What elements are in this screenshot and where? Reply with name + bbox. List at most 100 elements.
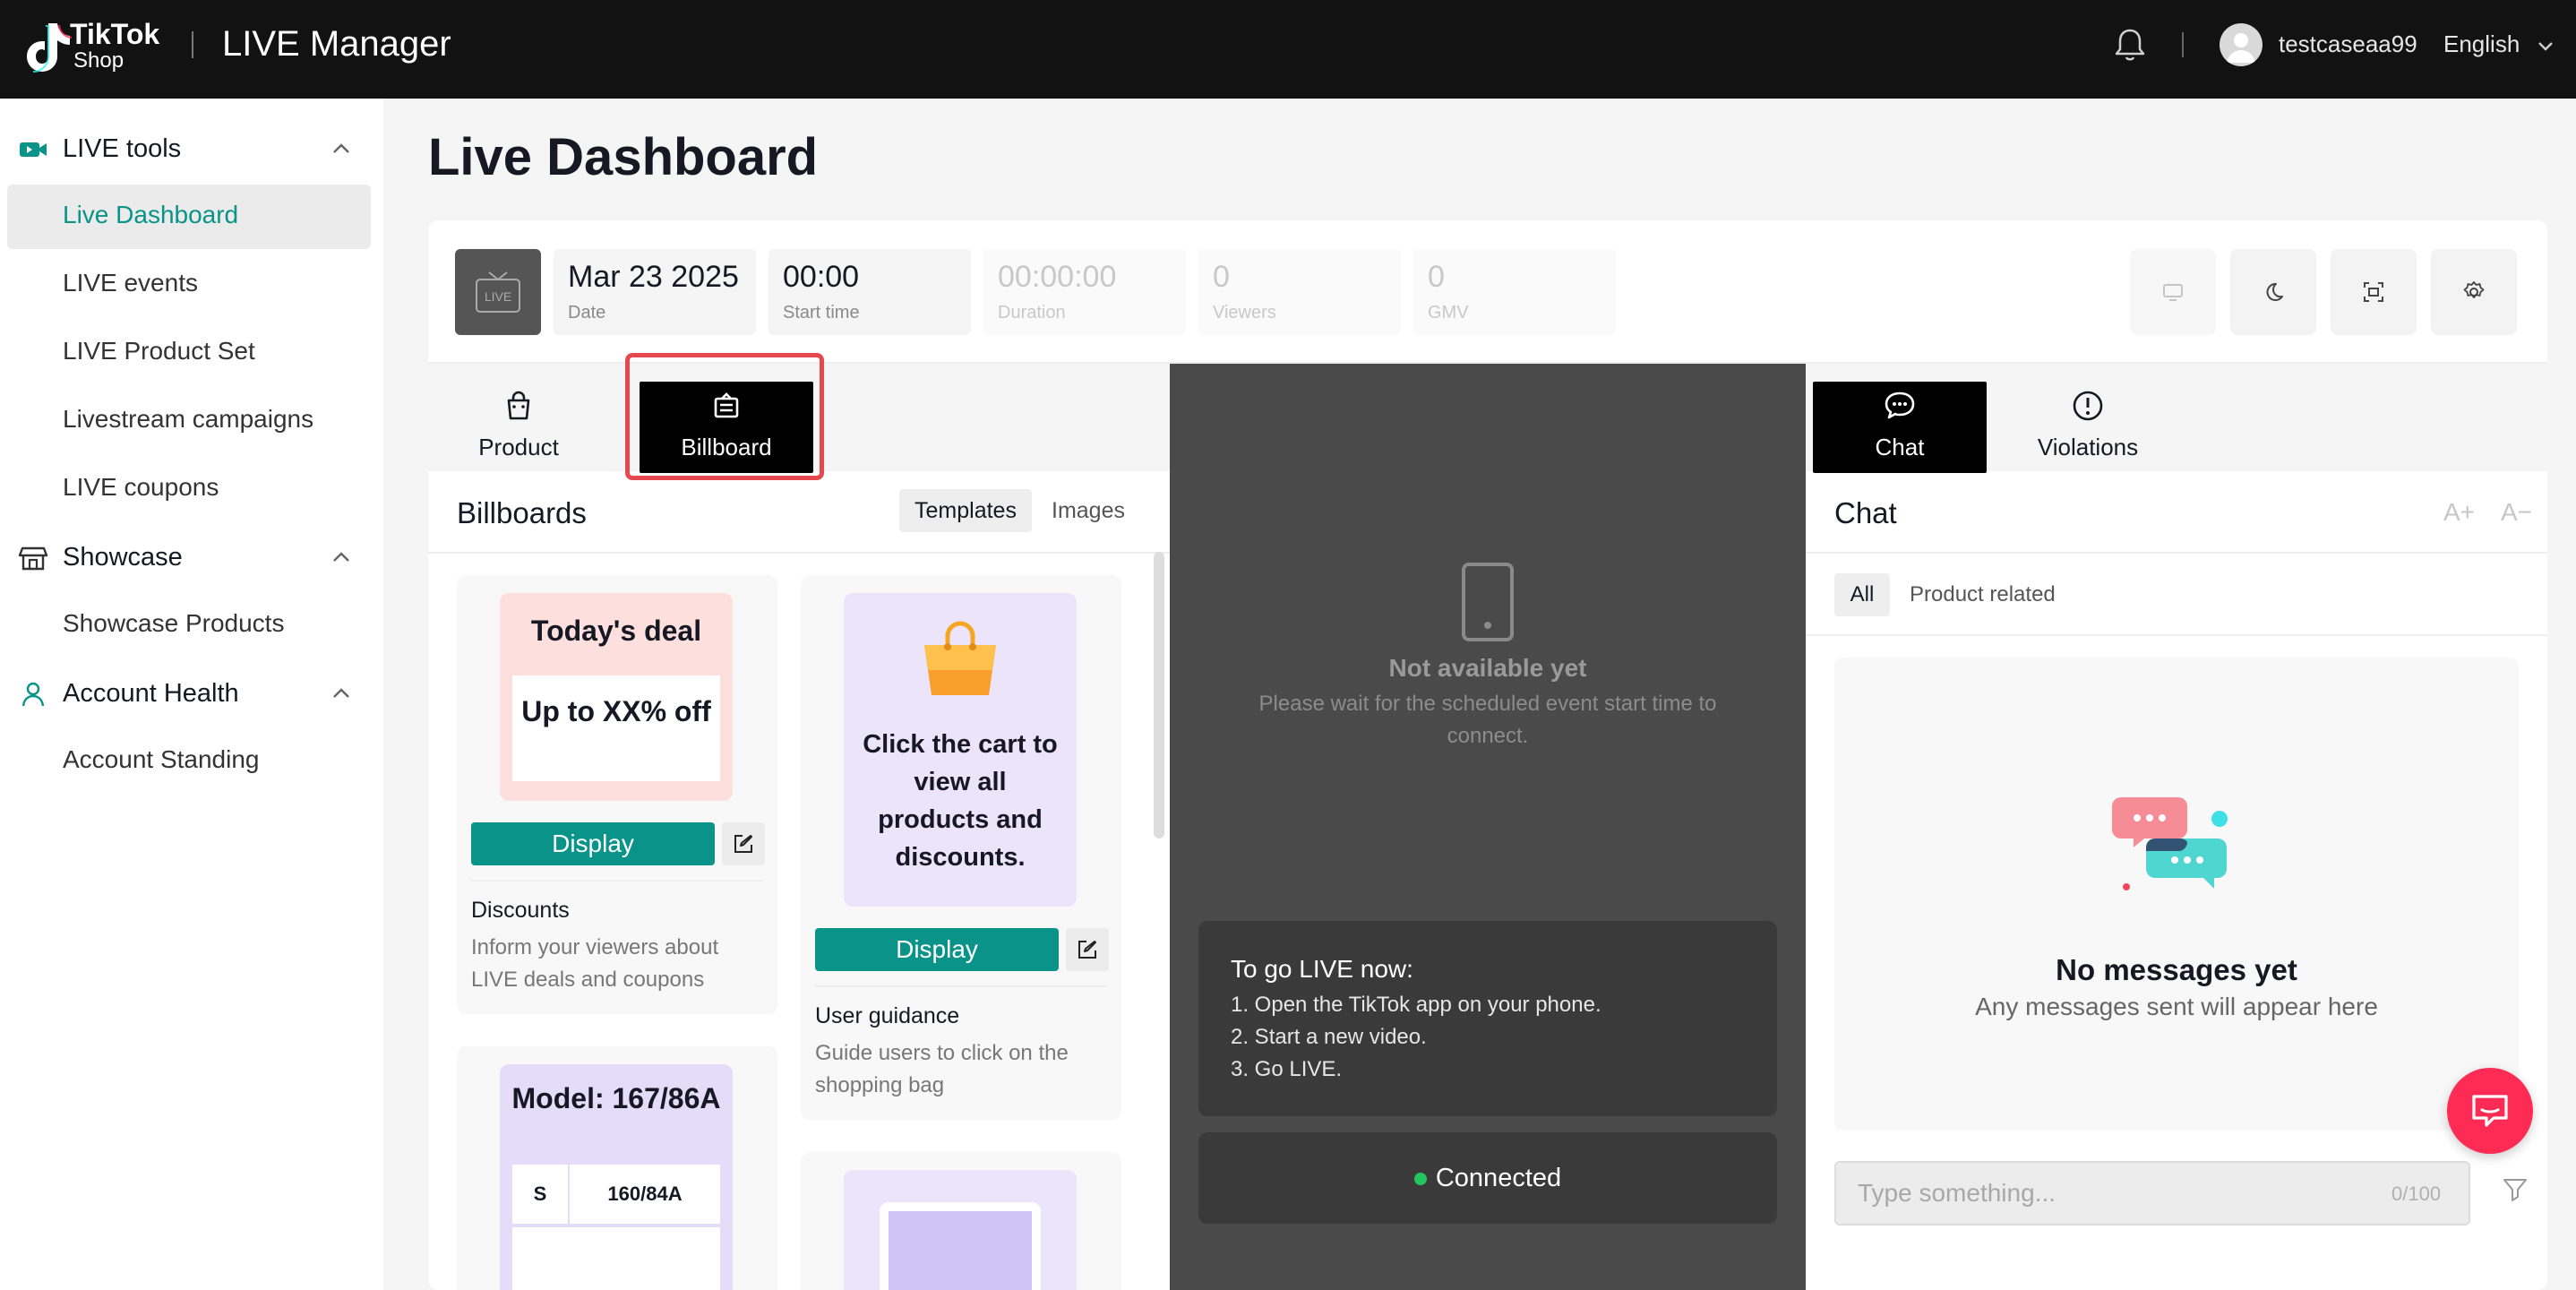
billboards-scrollbar[interactable] xyxy=(1154,552,1164,838)
language-selector[interactable]: English xyxy=(2443,30,2555,58)
go-live-title: To go LIVE now: xyxy=(1231,955,1413,983)
empty-title: No messages yet xyxy=(2056,953,2297,986)
tab-violations[interactable]: Violations xyxy=(2001,382,2175,473)
username[interactable]: testcaseaa99 xyxy=(2279,30,2417,58)
filter-all[interactable]: All xyxy=(1834,573,1890,616)
dark-mode-button[interactable] xyxy=(2230,249,2316,335)
stat-gmv-label: GMV xyxy=(1428,303,1469,322)
notification-bell-icon[interactable] xyxy=(2110,25,2150,64)
template-preview[interactable]: Model: 167/86A S 160/84A xyxy=(500,1064,733,1290)
app-title: LIVE Manager xyxy=(222,24,451,64)
brand-tiktok: TikTok xyxy=(70,18,160,50)
stat-gmv: 0 GMV xyxy=(1413,249,1616,335)
sidebar-item-account-standing[interactable]: Account Standing xyxy=(63,745,260,774)
stat-duration-value: 00:00:00 xyxy=(998,260,1117,294)
preview-body: Up to XX% off xyxy=(512,675,720,781)
sidebar-item-live-product-set[interactable]: LIVE Product Set xyxy=(63,337,255,366)
template-card-partial xyxy=(801,1152,1121,1290)
tab-product[interactable]: Product xyxy=(432,382,605,473)
sidebar-group-label: LIVE tools xyxy=(63,134,182,163)
font-decrease-button[interactable]: A− xyxy=(2501,498,2532,527)
warning-icon xyxy=(2073,391,2103,421)
send-icon[interactable] xyxy=(2501,1175,2529,1204)
edit-button[interactable] xyxy=(722,822,765,865)
template-description: Guide users to click on the shopping bag xyxy=(815,1041,1069,1097)
filter-product-related[interactable]: Product related xyxy=(1910,573,2056,616)
chat-header: Chat A+ A− xyxy=(1806,471,2547,554)
segment-images[interactable]: Images xyxy=(1052,489,1125,532)
dashboard-card: LIVE Mar 23 2025 Date 00:00 Start time 0… xyxy=(428,220,2547,1290)
stat-start-time-label: Start time xyxy=(783,303,860,322)
page-title: Live Dashboard xyxy=(428,128,819,186)
monitor-icon xyxy=(2163,284,2183,301)
sidebar-group-live-tools[interactable]: LIVE tools xyxy=(0,122,383,176)
stat-date: Mar 23 2025 Date xyxy=(554,249,756,335)
template-description: Inform your viewers about LIVE deals and… xyxy=(471,935,719,992)
preview-title: Today's deal xyxy=(530,615,702,647)
billboards-header: Billboards Templates Images xyxy=(428,471,1170,554)
go-live-step: 3. Go LIVE. xyxy=(1231,1057,1343,1081)
moon-icon xyxy=(2266,282,2283,301)
tab-chat[interactable]: Chat xyxy=(1813,382,1987,473)
connection-status: Connected xyxy=(1198,1132,1777,1224)
size-row: S 160/84A xyxy=(512,1165,720,1224)
preview-frame xyxy=(880,1202,1041,1290)
chevron-up-icon xyxy=(333,688,349,698)
sidebar-item-livestream-campaigns[interactable]: Livestream campaigns xyxy=(63,405,313,434)
chat-message-input[interactable] xyxy=(1834,1161,2470,1226)
top-divider xyxy=(2182,32,2184,57)
sidebar-group-showcase[interactable]: Showcase xyxy=(0,530,383,584)
live-badge-text: LIVE xyxy=(485,289,511,304)
user-icon xyxy=(21,682,45,707)
sidebar-item-live-dashboard[interactable]: Live Dashboard xyxy=(63,201,238,229)
not-available-subtitle: Please wait for the scheduled event star… xyxy=(1258,692,1717,748)
template-preview[interactable]: Today's deal Up to XX% off xyxy=(500,593,733,801)
chevron-down-icon xyxy=(2537,42,2553,51)
shopping-bag-icon xyxy=(924,621,996,695)
sidebar: LIVE tools Live Dashboard LIVE events LI… xyxy=(0,99,383,1290)
stat-viewers-value: 0 xyxy=(1213,260,1230,294)
connection-status-label: Connected xyxy=(1435,1164,1562,1192)
stat-date-label: Date xyxy=(568,303,606,322)
tab-label: Chat xyxy=(1875,434,1925,460)
edit-icon xyxy=(734,835,752,853)
chevron-up-icon xyxy=(333,143,349,153)
user-avatar[interactable] xyxy=(2220,23,2263,66)
fullscreen-button[interactable] xyxy=(2331,249,2417,335)
video-camera-icon xyxy=(20,142,47,157)
display-button[interactable]: Display xyxy=(471,822,715,865)
smartphone-icon xyxy=(1462,563,1514,641)
preview-body: Click the cart to view all products and … xyxy=(863,730,1058,872)
edit-button[interactable] xyxy=(1066,928,1109,971)
size-label: S xyxy=(512,1165,570,1224)
template-card-model-size: Model: 167/86A S 160/84A xyxy=(457,1046,777,1290)
go-live-step: 2. Start a new video. xyxy=(1231,1025,1427,1049)
chat-bubble-icon xyxy=(1885,391,1915,419)
char-count: 0/100 xyxy=(2391,1182,2442,1205)
settings-button[interactable] xyxy=(2431,249,2517,335)
template-preview[interactable]: Click the cart to view all products and … xyxy=(844,593,1077,907)
template-name: Discounts xyxy=(471,898,570,923)
sidebar-item-live-events[interactable]: LIVE events xyxy=(63,269,198,297)
sidebar-item-showcase-products[interactable]: Showcase Products xyxy=(63,609,284,638)
sidebar-item-live-coupons[interactable]: LIVE coupons xyxy=(63,473,219,502)
template-preview[interactable] xyxy=(844,1170,1077,1290)
stat-viewers: 0 Viewers xyxy=(1198,249,1401,335)
stat-viewers-label: Viewers xyxy=(1213,303,1276,322)
stat-duration-label: Duration xyxy=(998,303,1066,322)
chat-panel: Chat Violations Chat A+ A− All Product r… xyxy=(1806,364,2547,1290)
display-button[interactable]: Display xyxy=(815,928,1059,971)
stat-start-time-value: 00:00 xyxy=(783,260,860,294)
fullscreen-icon xyxy=(2364,282,2383,302)
stat-duration: 00:00:00 Duration xyxy=(983,249,1186,335)
help-chat-button[interactable] xyxy=(2447,1068,2533,1154)
chat-filter-row: All Product related xyxy=(1806,554,2547,636)
screen-button[interactable] xyxy=(2130,249,2216,335)
chat-title: Chat xyxy=(1834,496,1897,529)
segment-templates[interactable]: Templates xyxy=(899,489,1032,532)
font-increase-button[interactable]: A+ xyxy=(2443,498,2475,527)
shopping-bag-icon xyxy=(507,391,530,420)
sidebar-group-account-health[interactable]: Account Health xyxy=(0,666,383,720)
template-card-discounts: Today's deal Up to XX% off Display Disco… xyxy=(457,575,777,1014)
brand-divider xyxy=(192,31,193,58)
